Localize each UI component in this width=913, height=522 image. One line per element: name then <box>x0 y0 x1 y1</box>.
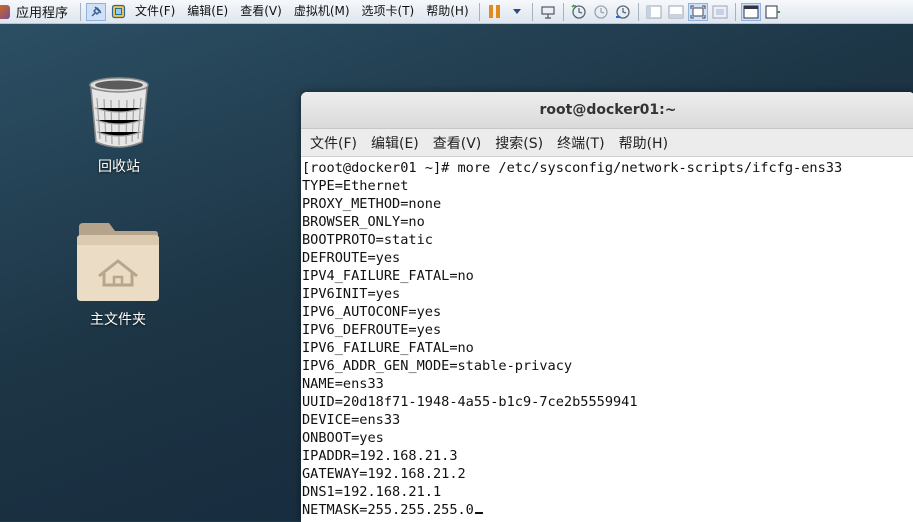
applications-menu[interactable]: 应用程序 <box>0 0 76 23</box>
desktop-icon-home-label: 主文件夹 <box>90 312 146 328</box>
send-ctrl-alt-del-icon[interactable] <box>538 3 558 21</box>
host-menu-file[interactable]: 文件(F) <box>129 0 181 23</box>
terminal-line: BROWSER_ONLY=no <box>302 214 425 230</box>
terminal-line: DEVICE=ens33 <box>302 412 401 428</box>
terminal-menu-search[interactable]: 搜索(S) <box>488 133 550 153</box>
toolbar-separator <box>734 2 736 21</box>
terminal-menu-edit[interactable]: 编辑(E) <box>364 133 426 153</box>
host-menu-edit[interactable]: 编辑(E) <box>181 0 234 23</box>
applications-menu-label: 应用程序 <box>16 6 69 21</box>
terminal-menubar: 文件(F) 编辑(E) 查看(V) 搜索(S) 终端(T) 帮助(H) <box>301 129 913 157</box>
revert-snapshot-icon[interactable] <box>591 3 611 21</box>
home-folder-icon <box>77 223 159 301</box>
terminal-line: UUID=20d18f71-1948-4a55-b1c9-7ce2b555994… <box>302 394 638 410</box>
host-menu-view[interactable]: 查看(V) <box>234 0 288 23</box>
terminal-line: TYPE=Ethernet <box>302 178 409 194</box>
terminal-title: root@docker01:~ <box>539 102 677 118</box>
fit-window-icon[interactable] <box>108 3 128 21</box>
terminal-menu-file[interactable]: 文件(F) <box>303 133 364 153</box>
pause-icon[interactable] <box>485 3 505 21</box>
stretch-guest-icon[interactable] <box>763 3 783 21</box>
terminal-line: BOOTPROTO=static <box>302 232 433 248</box>
terminal-line: IPV6_AUTOCONF=yes <box>302 304 442 320</box>
toolbar-separator <box>562 2 564 21</box>
terminal-line: PROXY_METHOD=none <box>302 196 442 212</box>
toolbar-separator <box>478 2 480 21</box>
host-menu-vm[interactable]: 虚拟机(M) <box>288 0 356 23</box>
fullscreen-icon[interactable] <box>687 2 708 21</box>
terminal-titlebar[interactable]: root@docker01:~ <box>301 92 913 129</box>
terminal-line: IPV6_DEFROUTE=yes <box>302 322 442 338</box>
terminal-line-last: NETMASK=255.255.255.0 <box>302 501 913 519</box>
terminal-output[interactable]: [root@docker01 ~]# more /etc/sysconfig/n… <box>301 157 913 522</box>
terminal-line: IPV6_ADDR_GEN_MODE=stable-privacy <box>302 358 573 374</box>
snapshot-manager-icon[interactable] <box>613 3 633 21</box>
terminal-line: DEFROUTE=yes <box>302 250 401 266</box>
power-dropdown-arrow-icon[interactable] <box>507 3 527 21</box>
unity-mode-icon[interactable] <box>710 3 730 21</box>
trash-icon <box>89 77 149 148</box>
pin-toolbar-icon[interactable] <box>86 2 107 21</box>
snapshot-icon[interactable] <box>569 3 589 21</box>
terminal-window[interactable]: root@docker01:~ 文件(F) 编辑(E) 查看(V) 搜索(S) … <box>301 92 913 522</box>
toolbar-separator <box>80 2 82 21</box>
terminal-line-text: NETMASK=255.255.255.0 <box>302 502 474 518</box>
host-menu-tabs[interactable]: 选项卡(T) <box>356 0 421 23</box>
show-library-icon[interactable] <box>644 3 664 21</box>
toolbar-separator <box>637 2 639 21</box>
desktop-icon-trash[interactable]: 回收站 <box>69 76 169 176</box>
console-view-icon[interactable] <box>740 2 761 21</box>
toolbar-separator <box>531 2 533 21</box>
terminal-line: [root@docker01 ~]# more /etc/sysconfig/n… <box>302 160 843 176</box>
terminal-line: DNS1=192.168.21.1 <box>302 484 442 500</box>
host-menu-help[interactable]: 帮助(H) <box>420 0 474 23</box>
terminal-line: IPADDR=192.168.21.3 <box>302 448 458 464</box>
terminal-cursor <box>474 512 483 514</box>
desktop-icon-trash-label: 回收站 <box>98 159 140 175</box>
terminal-line: ONBOOT=yes <box>302 430 384 446</box>
thumbnail-bar-icon[interactable] <box>666 3 686 21</box>
applications-icon <box>0 4 10 19</box>
terminal-menu-terminal[interactable]: 终端(T) <box>550 133 611 153</box>
terminal-line: IPV6_FAILURE_FATAL=no <box>302 340 474 356</box>
desktop-icon-home[interactable]: 主文件夹 <box>68 221 168 329</box>
host-toolbar: 应用程序 文件(F) 编辑(E) 查看(V) 虚拟机(M) 选项卡(T) 帮助(… <box>0 0 913 24</box>
terminal-line: IPV4_FAILURE_FATAL=no <box>302 268 474 284</box>
terminal-line: NAME=ens33 <box>302 376 384 392</box>
terminal-menu-help[interactable]: 帮助(H) <box>612 133 675 153</box>
terminal-menu-view[interactable]: 查看(V) <box>426 133 489 153</box>
terminal-line: GATEWAY=192.168.21.2 <box>302 466 466 482</box>
terminal-line: IPV6INIT=yes <box>302 286 401 302</box>
